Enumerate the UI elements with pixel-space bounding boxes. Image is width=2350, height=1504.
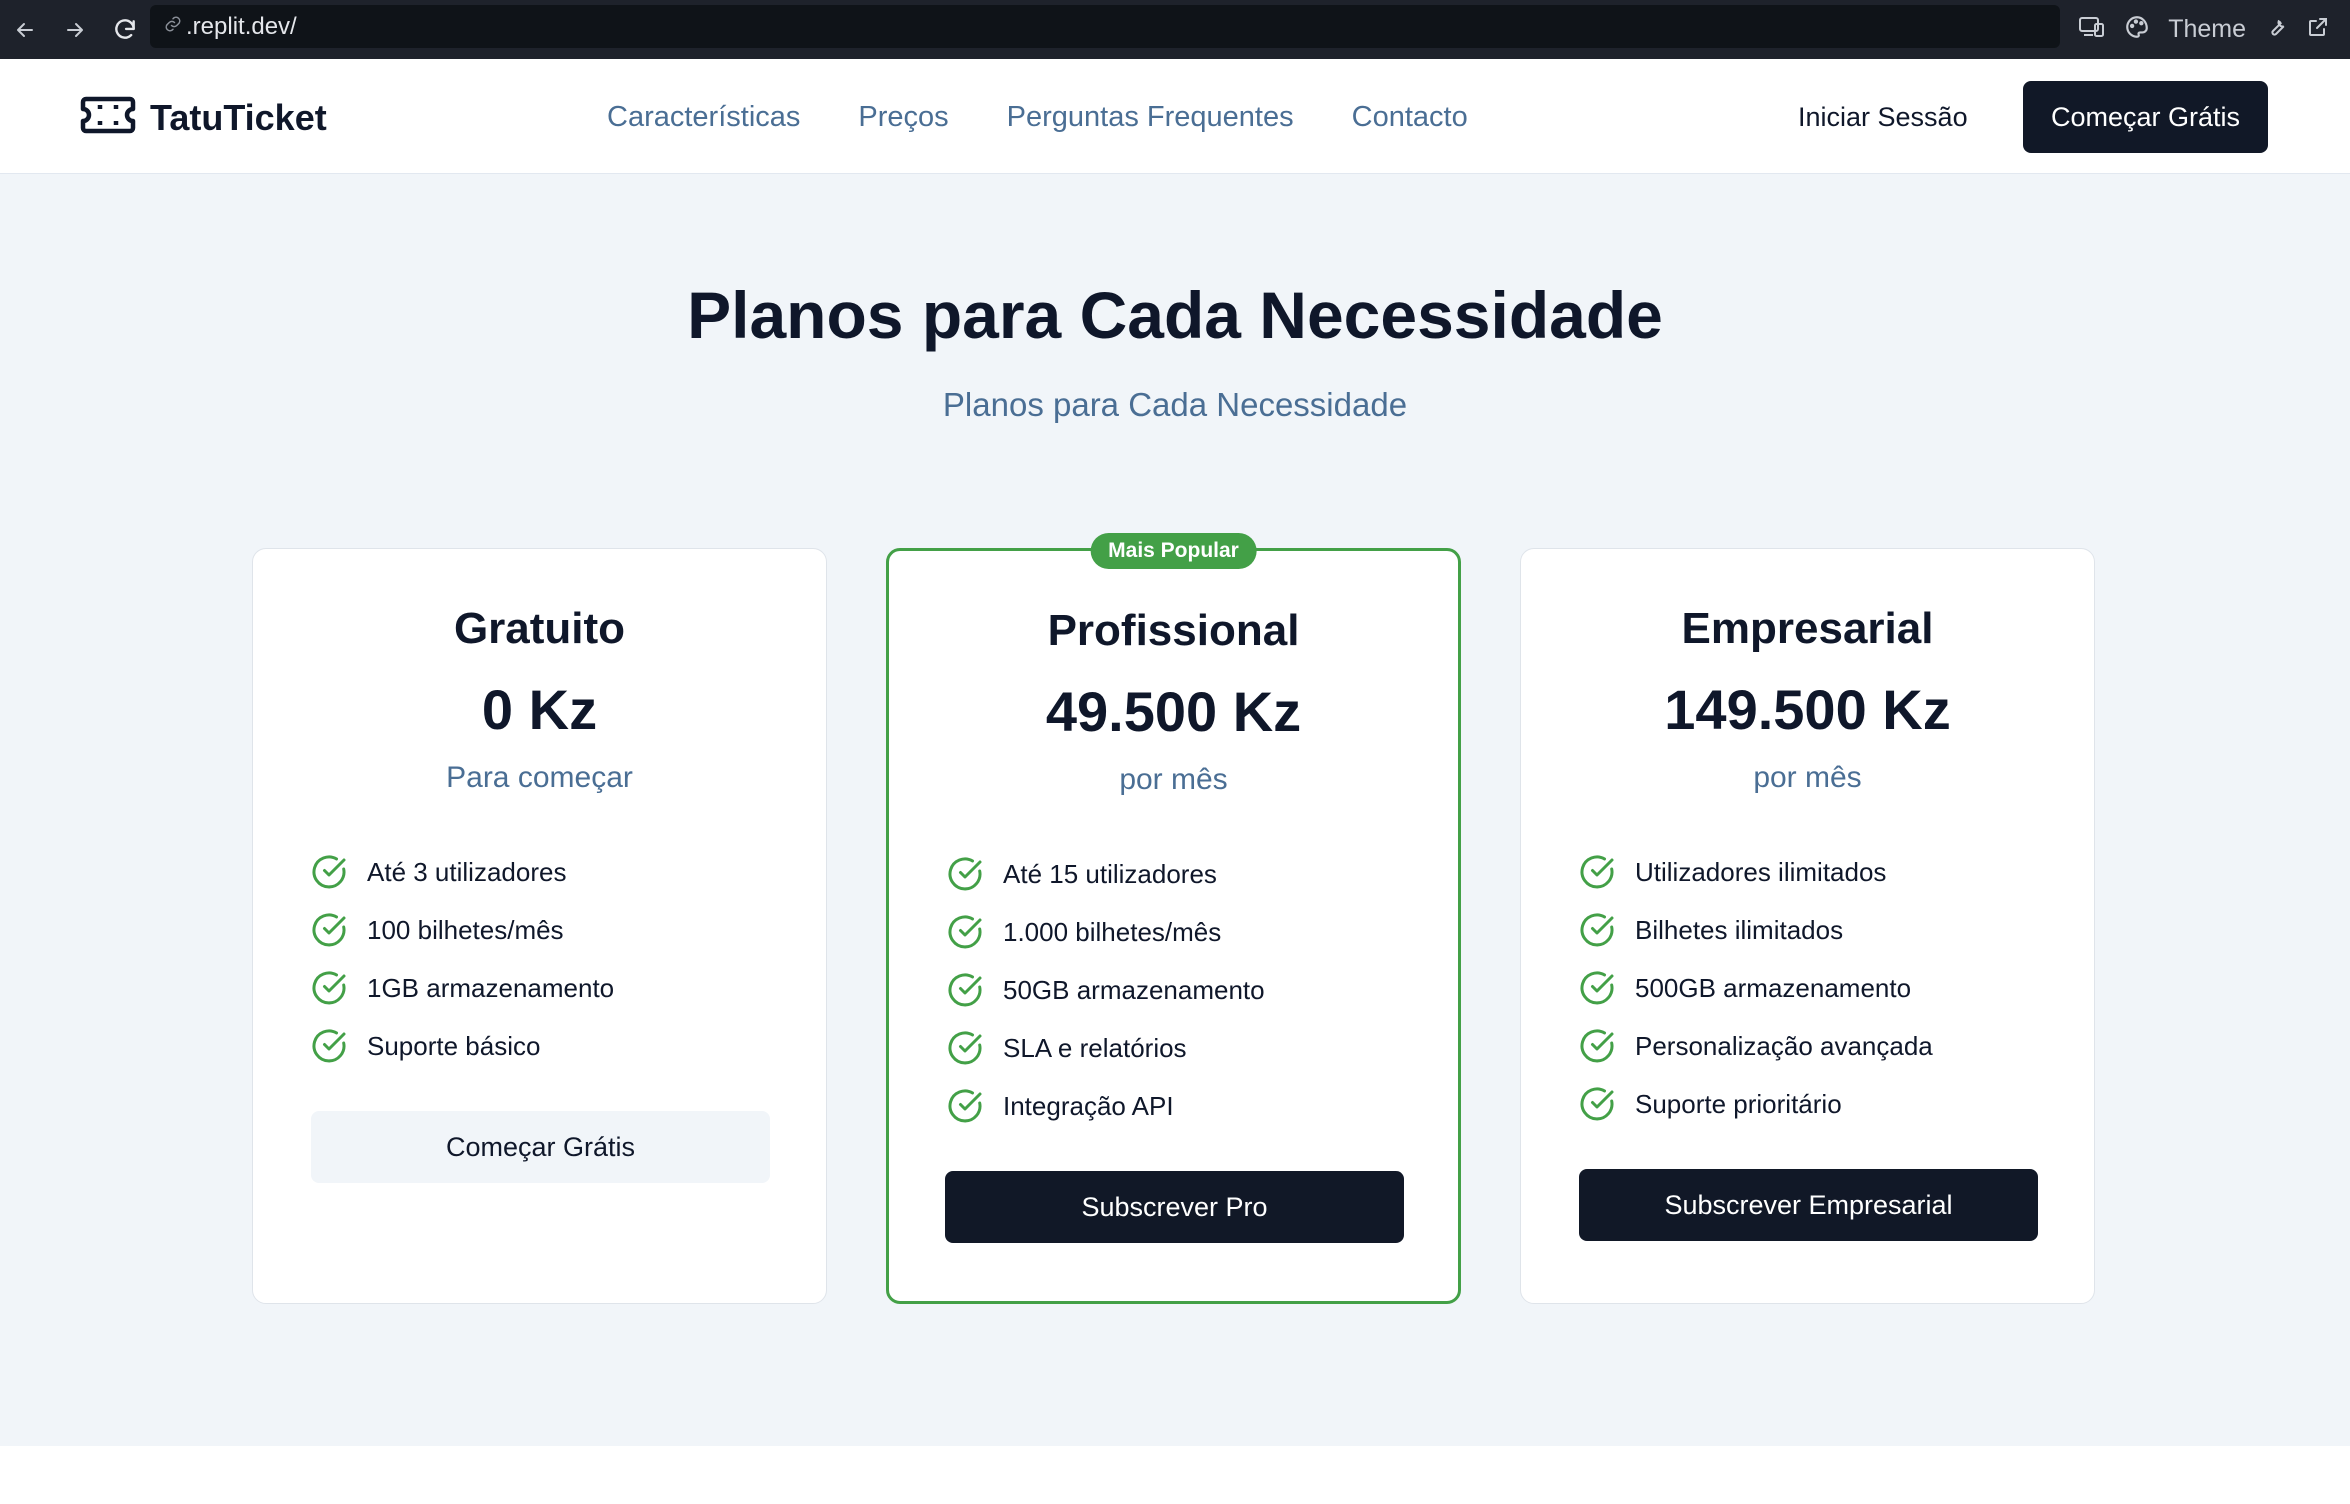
feature-text: Até 15 utilizadores <box>1003 858 1217 889</box>
plan-card-free: Gratuito 0 Kz Para começar Até 3 utiliza… <box>252 548 827 1304</box>
check-circle-icon <box>312 855 346 889</box>
page-footer-edge <box>0 1446 2350 1504</box>
check-circle-icon <box>948 1089 982 1123</box>
check-circle-icon <box>312 1029 346 1063</box>
feature-item: 500GB armazenamento <box>1579 959 1933 1017</box>
check-circle-icon <box>1580 1029 1614 1063</box>
feature-item: 50GB armazenamento <box>947 961 1265 1019</box>
page-subtitle: Planos para Cada Necessidade <box>942 386 1408 423</box>
back-icon[interactable] <box>0 0 50 59</box>
check-circle-icon <box>312 913 346 947</box>
wrench-icon[interactable] <box>2264 15 2288 44</box>
forward-icon[interactable] <box>50 0 100 59</box>
nav-link-features[interactable]: Características <box>607 97 800 137</box>
check-circle-icon <box>948 1031 982 1065</box>
feature-item: Personalização avançada <box>1579 1017 1933 1075</box>
start-free-plan-button[interactable]: Começar Grátis <box>311 1111 770 1183</box>
feature-text: 50GB armazenamento <box>1003 974 1265 1005</box>
feature-text: 1GB armazenamento <box>367 972 615 1003</box>
feature-text: Personalização avançada <box>1635 1030 1933 1061</box>
check-circle-icon <box>1580 971 1614 1005</box>
plan-card-pro: Mais Popular Profissional 49.500 Kz por … <box>886 533 1461 1304</box>
feature-list: Até 3 utilizadores 100 bilhetes/mês 1GB … <box>311 843 614 1075</box>
feature-item: Integração API <box>947 1077 1265 1135</box>
feature-text: Integração API <box>1003 1090 1174 1121</box>
check-circle-icon <box>948 857 982 891</box>
main-nav: Características Preços Perguntas Frequen… <box>607 97 1526 137</box>
login-link[interactable]: Iniciar Sessão <box>1798 97 1968 137</box>
brand-logo[interactable]: TatuTicket <box>80 93 327 142</box>
feature-text: Suporte básico <box>367 1030 541 1061</box>
ticket-icon <box>80 93 136 142</box>
theme-label[interactable]: Theme <box>2168 15 2246 44</box>
feature-text: 100 bilhetes/mês <box>367 914 564 945</box>
feature-item: SLA e relatórios <box>947 1019 1265 1077</box>
plan-price: 49.500 Kz <box>1045 680 1302 743</box>
plan-period: Para começar <box>446 761 633 794</box>
plan-card-enterprise: Empresarial 149.500 Kz por mês Utilizado… <box>1520 548 2095 1304</box>
check-circle-icon <box>948 915 982 949</box>
feature-text: Até 3 utilizadores <box>367 856 567 887</box>
address-bar[interactable]: .replit.dev/ <box>150 5 2060 48</box>
check-circle-icon <box>1580 1087 1614 1121</box>
nav-link-faq[interactable]: Perguntas Frequentes <box>1007 97 1294 137</box>
feature-text: SLA e relatórios <box>1003 1032 1187 1063</box>
external-link-icon[interactable] <box>2306 15 2330 44</box>
feature-list: Até 15 utilizadores 1.000 bilhetes/mês 5… <box>947 845 1265 1135</box>
subscribe-enterprise-button[interactable]: Subscrever Empresarial <box>1579 1169 2038 1241</box>
check-circle-icon <box>312 971 346 1005</box>
site-header: TatuTicket Características Preços Pergun… <box>0 59 2350 174</box>
feature-text: Utilizadores ilimitados <box>1635 856 1887 887</box>
feature-item: Utilizadores ilimitados <box>1579 843 1933 901</box>
plan-name: Gratuito <box>453 604 626 653</box>
feature-item: Até 3 utilizadores <box>311 843 614 901</box>
plan-price: 0 Kz <box>481 678 598 741</box>
feature-item: 100 bilhetes/mês <box>311 901 614 959</box>
feature-item: 1GB armazenamento <box>311 959 614 1017</box>
popular-badge: Mais Popular <box>1090 533 1257 569</box>
link-icon <box>164 15 182 38</box>
start-free-button[interactable]: Começar Grátis <box>2023 81 2268 153</box>
url-text: .replit.dev/ <box>186 12 297 40</box>
feature-item: 1.000 bilhetes/mês <box>947 903 1265 961</box>
browser-toolbar: .replit.dev/ Theme <box>0 0 2350 59</box>
devices-icon[interactable] <box>2078 15 2106 44</box>
feature-text: 1.000 bilhetes/mês <box>1003 916 1222 947</box>
check-circle-icon <box>948 973 982 1007</box>
feature-item: Bilhetes ilimitados <box>1579 901 1933 959</box>
feature-item: Suporte prioritário <box>1579 1075 1933 1133</box>
check-circle-icon <box>1580 855 1614 889</box>
check-circle-icon <box>1580 913 1614 947</box>
feature-list: Utilizadores ilimitados Bilhetes ilimita… <box>1579 843 1933 1133</box>
palette-icon[interactable] <box>2124 14 2150 45</box>
page-title: Planos para Cada Necessidade <box>687 278 1663 352</box>
plan-price: 149.500 Kz <box>1664 678 1951 741</box>
subscribe-pro-button[interactable]: Subscrever Pro <box>945 1171 1404 1243</box>
feature-item: Até 15 utilizadores <box>947 845 1265 903</box>
nav-link-pricing[interactable]: Preços <box>858 97 948 137</box>
nav-link-contact[interactable]: Contacto <box>1352 97 1468 137</box>
brand-name: TatuTicket <box>150 96 327 138</box>
plan-period: por mês <box>1753 761 1862 794</box>
reload-icon[interactable] <box>100 0 150 59</box>
plan-name: Empresarial <box>1681 604 1934 653</box>
feature-item: Suporte básico <box>311 1017 614 1075</box>
feature-text: Bilhetes ilimitados <box>1635 914 1844 945</box>
feature-text: 500GB armazenamento <box>1635 972 1912 1003</box>
plan-period: por mês <box>1119 763 1228 796</box>
plan-name: Profissional <box>1047 606 1300 655</box>
feature-text: Suporte prioritário <box>1635 1088 1842 1119</box>
